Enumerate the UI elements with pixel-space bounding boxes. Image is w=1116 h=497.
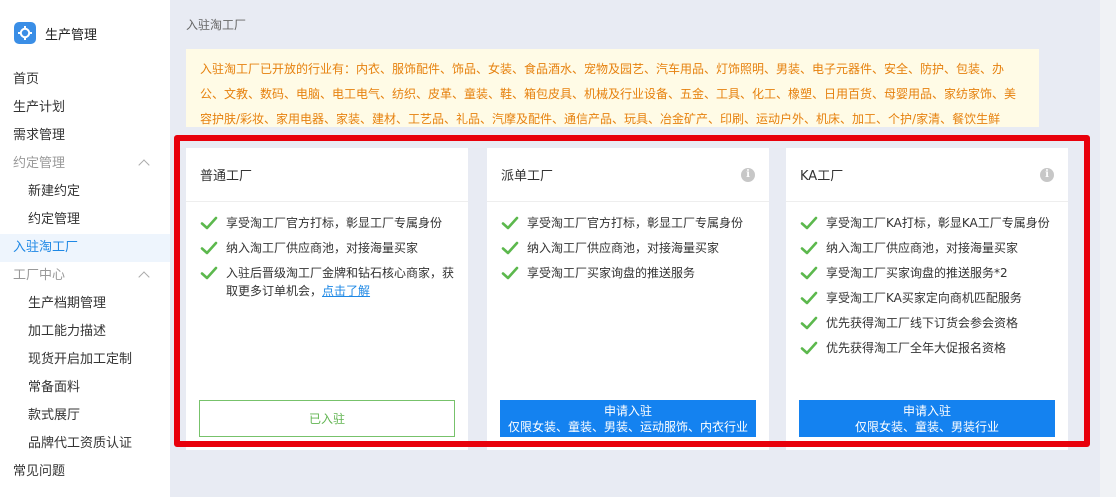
sidebar-item-custom-processing[interactable]: 现货开启加工定制 (0, 346, 170, 374)
chevron-up-icon (138, 271, 150, 283)
sidebar-group-factory-center[interactable]: 工厂中心 (0, 262, 170, 290)
sidebar-item-schedule[interactable]: 生产档期管理 (0, 290, 170, 318)
sidebar-group-label: 约定管理 (13, 156, 66, 171)
sidebar-item-join-factory[interactable]: 入驻淘工厂 (0, 234, 170, 262)
sidebar-item-production-plan[interactable]: 生产计划 (0, 94, 170, 122)
sidebar-item-fabrics[interactable]: 常备面料 (0, 374, 170, 402)
sidebar-group-agreement[interactable]: 约定管理 (0, 150, 170, 178)
sidebar-menu: 首页 生产计划 需求管理 约定管理 新建约定 约定管理 入驻淘工厂 工厂中心 生… (0, 66, 170, 486)
sidebar-item-demand-management[interactable]: 需求管理 (0, 122, 170, 150)
sidebar: 生产管理 首页 生产计划 需求管理 约定管理 新建约定 约定管理 入驻淘工厂 工… (0, 0, 170, 497)
sidebar-item-agreement-management[interactable]: 约定管理 (0, 206, 170, 234)
sidebar-item-certification[interactable]: 品牌代工资质认证 (0, 430, 170, 458)
chevron-up-icon (138, 159, 150, 171)
gear-icon (14, 22, 36, 44)
brand-title: 生产管理 (45, 27, 98, 43)
sidebar-group-label: 工厂中心 (13, 268, 66, 283)
highlight-box (174, 135, 1090, 447)
sidebar-item-new-agreement[interactable]: 新建约定 (0, 178, 170, 206)
sidebar-item-faq[interactable]: 常见问题 (0, 458, 170, 486)
industry-notice: 入驻淘工厂已开放的行业有：内衣、服饰配件、饰品、女装、食品酒水、宠物及园艺、汽车… (186, 49, 1039, 127)
sidebar-item-capability[interactable]: 加工能力描述 (0, 318, 170, 346)
brand[interactable]: 生产管理 (0, 0, 170, 66)
breadcrumb: 入驻淘工厂 (186, 18, 247, 32)
sidebar-item-showroom[interactable]: 款式展厅 (0, 402, 170, 430)
sidebar-item-home[interactable]: 首页 (0, 66, 170, 94)
